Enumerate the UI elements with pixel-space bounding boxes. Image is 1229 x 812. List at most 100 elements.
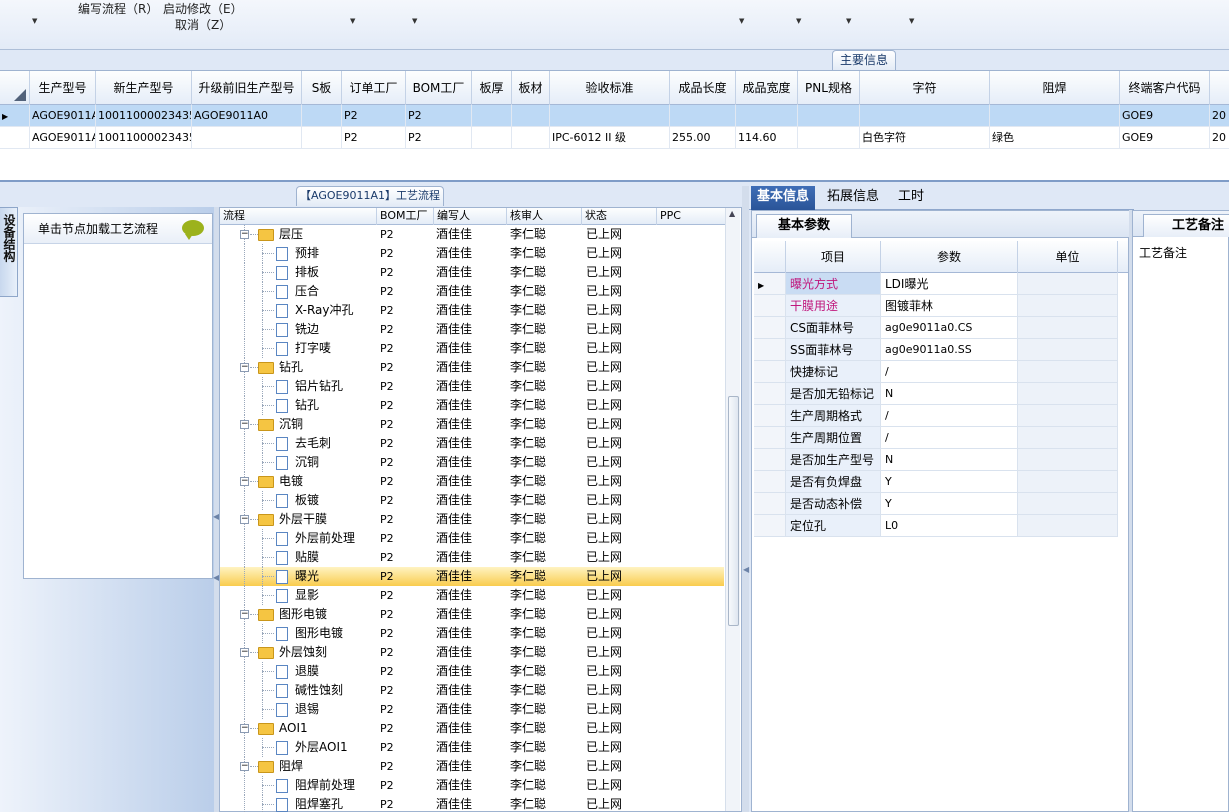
tree-node-label[interactable]: X-Ray冲孔 [295, 301, 353, 320]
table-cell[interactable] [798, 105, 860, 127]
tree-node-label[interactable]: 阻焊塞孔 [295, 795, 343, 812]
column-header[interactable]: PNL规格 [798, 71, 860, 105]
param-unit[interactable] [1018, 471, 1118, 493]
column-header[interactable]: S板 [302, 71, 342, 105]
dropdown-arrow-icon[interactable]: ▼ [796, 17, 801, 25]
tree-row[interactable]: − 钻孔 P2 酒佳佳 李仁聪 已上网 [220, 358, 724, 377]
column-header[interactable]: 新生产型号 [96, 71, 192, 105]
tree-row[interactable]: 铣边 P2 酒佳佳 李仁聪 已上网 [220, 320, 724, 339]
param-row[interactable]: 快捷标记 / [754, 361, 1128, 383]
collapse-toggle-icon[interactable]: − [240, 762, 249, 771]
table-cell[interactable]: 绿色 [990, 127, 1120, 149]
table-cell[interactable] [860, 105, 990, 127]
row-indicator[interactable] [754, 493, 786, 515]
dropdown-arrow-icon[interactable]: ▼ [739, 17, 744, 25]
tree-column-header[interactable]: 状态 [582, 208, 657, 225]
param-unit[interactable] [1018, 449, 1118, 471]
tree-row[interactable]: X-Ray冲孔 P2 酒佳佳 李仁聪 已上网 [220, 301, 724, 320]
tree-row[interactable]: − 层压 P2 酒佳佳 李仁聪 已上网 [220, 225, 724, 244]
table-cell[interactable] [990, 105, 1120, 127]
params-column-header[interactable]: 参数 [881, 241, 1018, 273]
tree-row[interactable]: 阻焊塞孔 P2 酒佳佳 李仁聪 已上网 [220, 795, 724, 812]
collapse-toggle-icon[interactable]: − [240, 724, 249, 733]
tree-node-label[interactable]: 外层AOI1 [295, 738, 348, 757]
param-row[interactable]: 是否加无铅标记 N [754, 383, 1128, 405]
tree-row[interactable]: 沉铜 P2 酒佳佳 李仁聪 已上网 [220, 453, 724, 472]
table-cell[interactable] [302, 127, 342, 149]
table-cell[interactable] [550, 105, 670, 127]
row-indicator[interactable] [754, 471, 786, 493]
tree-node-label[interactable]: 碱性蚀刻 [295, 681, 343, 700]
tree-row[interactable]: 打字唛 P2 酒佳佳 李仁聪 已上网 [220, 339, 724, 358]
tree-row[interactable]: − 外层蚀刻 P2 酒佳佳 李仁聪 已上网 [220, 643, 724, 662]
table-cell[interactable] [472, 105, 512, 127]
tree-node-label[interactable]: 退膜 [295, 662, 319, 681]
tree-row[interactable]: − 沉铜 P2 酒佳佳 李仁聪 已上网 [220, 415, 724, 434]
tree-node-label[interactable]: 曝光 [295, 567, 319, 586]
row-indicator[interactable] [754, 449, 786, 471]
row-indicator[interactable] [754, 427, 786, 449]
table-cell[interactable]: AGOE9011A1 [30, 105, 96, 127]
column-header[interactable]: 生产型号 [30, 71, 96, 105]
tree-row[interactable]: 曝光 P2 酒佳佳 李仁聪 已上网 [220, 567, 724, 586]
param-row[interactable]: 是否加生产型号 N [754, 449, 1128, 471]
params-column-header[interactable]: 项目 [786, 241, 881, 273]
tree-row[interactable]: 排板 P2 酒佳佳 李仁聪 已上网 [220, 263, 724, 282]
tree-row[interactable]: 退锡 P2 酒佳佳 李仁聪 已上网 [220, 700, 724, 719]
tree-node-label[interactable]: 图形电镀 [279, 605, 327, 624]
param-row[interactable]: 是否有负焊盘 Y [754, 471, 1128, 493]
table-cell[interactable]: P2 [406, 105, 472, 127]
column-header[interactable] [1210, 71, 1229, 105]
tree-row[interactable]: − 外层干膜 P2 酒佳佳 李仁聪 已上网 [220, 510, 724, 529]
param-unit[interactable] [1018, 317, 1118, 339]
table-cell[interactable]: AGOE9011A0 [192, 105, 302, 127]
tree-column-header[interactable]: BOM工厂 [377, 208, 434, 225]
param-unit[interactable] [1018, 383, 1118, 405]
collapse-toggle-icon[interactable]: − [240, 477, 249, 486]
tree-row[interactable]: 外层前处理 P2 酒佳佳 李仁聪 已上网 [220, 529, 724, 548]
table-cell[interactable] [512, 105, 550, 127]
tree-row[interactable]: 退膜 P2 酒佳佳 李仁聪 已上网 [220, 662, 724, 681]
tree-node-label[interactable]: 铣边 [295, 320, 319, 339]
collapse-toggle-icon[interactable]: − [240, 420, 249, 429]
param-value[interactable]: / [881, 427, 1018, 449]
tree-node-label[interactable]: 退锡 [295, 700, 319, 719]
row-indicator[interactable] [754, 383, 786, 405]
splitter[interactable] [742, 186, 749, 812]
param-unit[interactable] [1018, 361, 1118, 383]
tree-node-label[interactable]: 打字唛 [295, 339, 331, 358]
param-unit[interactable] [1018, 405, 1118, 427]
param-value[interactable]: N [881, 449, 1018, 471]
column-header[interactable]: 终端客户代码 [1120, 71, 1210, 105]
tree-column-header[interactable]: 流程 [220, 208, 377, 225]
column-header[interactable]: 字符 [860, 71, 990, 105]
dropdown-arrow-icon[interactable]: ▼ [350, 17, 355, 25]
row-indicator[interactable]: ▶ [0, 105, 30, 127]
tree-row[interactable]: − 电镀 P2 酒佳佳 李仁聪 已上网 [220, 472, 724, 491]
column-header[interactable]: 板材 [512, 71, 550, 105]
param-value[interactable]: L0 [881, 515, 1018, 537]
tree-row[interactable]: 预排 P2 酒佳佳 李仁聪 已上网 [220, 244, 724, 263]
row-indicator[interactable] [754, 361, 786, 383]
table-cell[interactable]: 255.00 [670, 127, 736, 149]
tree-node-label[interactable]: 预排 [295, 244, 319, 263]
param-unit[interactable] [1018, 339, 1118, 361]
param-value[interactable]: ag0e9011a0.CS [881, 317, 1018, 339]
collapse-toggle-icon[interactable]: − [240, 610, 249, 619]
tree-node-label[interactable]: 沉铜 [279, 415, 303, 434]
row-indicator-header[interactable] [0, 71, 30, 105]
column-header[interactable]: 成品长度 [670, 71, 736, 105]
tree-node-label[interactable]: 压合 [295, 282, 319, 301]
param-value[interactable]: Y [881, 493, 1018, 515]
tab-process-remark[interactable]: 工艺备注 [1143, 214, 1229, 237]
dropdown-arrow-icon[interactable]: ▼ [846, 17, 851, 25]
param-value[interactable]: Y [881, 471, 1018, 493]
table-cell[interactable]: 10011000023435 [96, 127, 192, 149]
table-cell[interactable]: 20 [1210, 105, 1229, 127]
table-cell[interactable] [736, 105, 798, 127]
column-header[interactable]: 成品宽度 [736, 71, 798, 105]
collapse-toggle-icon[interactable]: − [240, 515, 249, 524]
row-indicator[interactable] [754, 339, 786, 361]
tree-column-header[interactable]: PPC [657, 208, 729, 225]
param-row[interactable]: 是否动态补偿 Y [754, 493, 1128, 515]
